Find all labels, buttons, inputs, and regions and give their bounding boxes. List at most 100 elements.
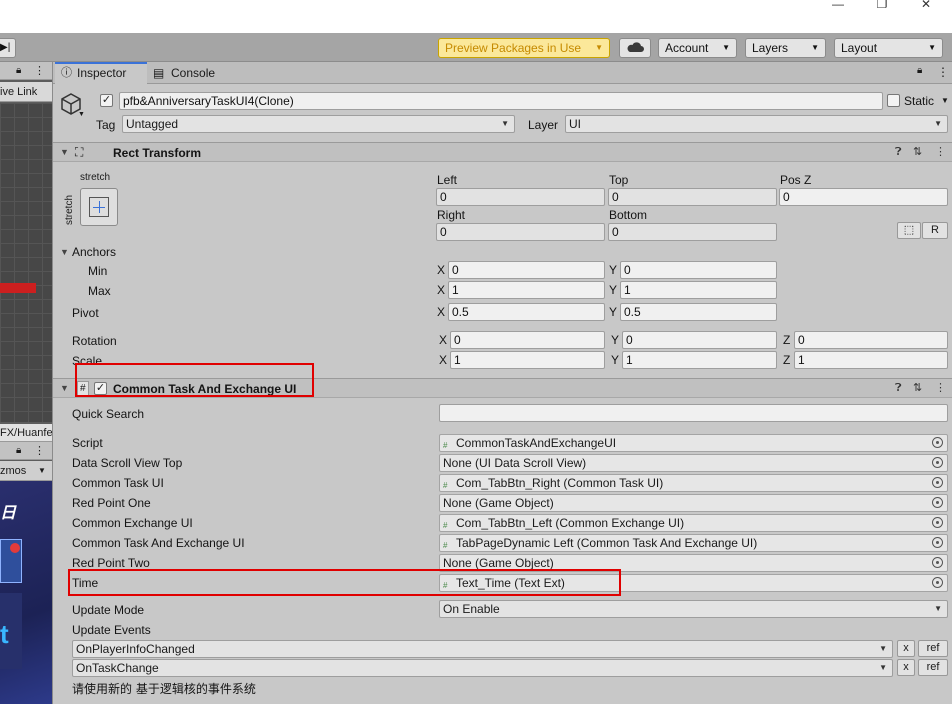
kebab-menu-icon[interactable]: ⋮ xyxy=(935,380,946,396)
object-picker-icon[interactable] xyxy=(932,437,943,448)
object-picker-icon[interactable] xyxy=(932,457,943,468)
event-ref-button[interactable]: ref xyxy=(918,640,948,657)
object-field[interactable]: None (UI Data Scroll View) xyxy=(439,454,948,472)
dropdown-arrow-icon[interactable]: ▼ xyxy=(941,93,949,109)
lock-icon[interactable]: 🔒︎ xyxy=(917,65,922,76)
object-field-value: TabPageDynamic Left (Common Task And Exc… xyxy=(456,536,758,550)
dropdown-arrow-icon: ▼ xyxy=(928,43,936,52)
object-picker-icon[interactable] xyxy=(932,577,943,588)
gizmos-label[interactable]: zmos xyxy=(0,465,26,477)
account-dropdown[interactable]: Account ▼ xyxy=(658,38,737,58)
raw-edit-button[interactable]: R xyxy=(922,222,948,239)
kebab-menu-icon[interactable]: ⋮ xyxy=(937,65,949,79)
settings-sliders-icon[interactable]: ⇅ xyxy=(913,380,922,396)
close-icon[interactable]: ✕ xyxy=(906,0,946,10)
tag-dropdown[interactable]: Untagged ▼ xyxy=(122,115,515,133)
cloud-button[interactable] xyxy=(619,38,651,58)
layers-label: Layers xyxy=(752,41,789,55)
object-field-value: Com_TabBtn_Right (Common Task UI) xyxy=(456,476,664,490)
object-picker-icon[interactable] xyxy=(932,497,943,508)
object-field[interactable]: # CommonTaskAndExchangeUI xyxy=(439,434,948,452)
layout-dropdown[interactable]: Layout ▼ xyxy=(834,38,943,58)
event-value: OnTaskChange xyxy=(76,661,159,675)
posz-field[interactable]: 0 xyxy=(779,188,948,206)
rotation-y-field[interactable]: 0 xyxy=(622,331,777,349)
anchor-preset-button[interactable] xyxy=(80,188,118,226)
remove-event-button[interactable]: x xyxy=(897,659,915,676)
anchor-max-y-field[interactable]: 1 xyxy=(620,281,777,299)
dropdown-arrow-icon[interactable]: ▼ xyxy=(78,111,85,118)
restore-icon[interactable]: ❐ xyxy=(862,0,902,10)
minimize-icon[interactable]: — xyxy=(818,0,858,10)
help-icon[interactable]: ❓︎ xyxy=(895,380,902,396)
y-axis-label: Y xyxy=(609,305,618,319)
preview-packages-label: Preview Packages in Use xyxy=(445,41,582,55)
anchor-min-y-field[interactable]: 0 xyxy=(620,261,777,279)
z-axis-label: Z xyxy=(783,333,791,347)
pivot-y-field[interactable]: 0.5 xyxy=(620,303,777,321)
remove-event-button[interactable]: x xyxy=(897,640,915,657)
anchor-min-x-field[interactable]: 0 xyxy=(448,261,605,279)
object-picker-icon[interactable] xyxy=(932,537,943,548)
object-field[interactable]: # Com_TabBtn_Right (Common Task UI) xyxy=(439,474,948,492)
layer-dropdown[interactable]: UI ▼ xyxy=(565,115,948,133)
rect-transform-header[interactable]: ▼ ⛶ Rect Transform ❓︎ ⇅ ⋮ xyxy=(53,142,952,162)
active-checkbox[interactable]: ✓ xyxy=(100,94,113,107)
object-field-value: Com_TabBtn_Left (Common Exchange UI) xyxy=(456,516,685,530)
scale-y-field[interactable]: 1 xyxy=(622,351,777,369)
settings-sliders-icon[interactable]: ⇅ xyxy=(913,144,922,160)
object-picker-icon[interactable] xyxy=(932,557,943,568)
anchor-max-x-field[interactable]: 1 xyxy=(448,281,605,299)
foldout-arrow-icon[interactable]: ▼ xyxy=(60,144,69,160)
left-field[interactable]: 0 xyxy=(436,188,605,206)
top-field[interactable]: 0 xyxy=(608,188,777,206)
object-name-field[interactable]: pfb&AnniversaryTaskUI4(Clone) xyxy=(119,92,883,110)
event-dropdown[interactable]: OnPlayerInfoChanged ▼ xyxy=(72,640,893,658)
object-picker-icon[interactable] xyxy=(932,517,943,528)
rotation-x-field[interactable]: 0 xyxy=(450,331,605,349)
foldout-arrow-icon[interactable]: ▼ xyxy=(60,244,69,260)
foldout-arrow-icon[interactable]: ▼ xyxy=(60,380,69,396)
x-axis-label: X xyxy=(437,263,446,277)
kebab-menu-icon[interactable]: ⋮ xyxy=(935,144,946,160)
lock-icon[interactable]: 🔒︎ xyxy=(16,62,21,80)
layout-label: Layout xyxy=(841,41,878,55)
help-icon[interactable]: ❓︎ xyxy=(895,144,902,160)
scale-x-field[interactable]: 1 xyxy=(450,351,605,369)
path-label: FX/Huanfe xyxy=(0,427,53,439)
lock-icon[interactable]: 🔒︎ xyxy=(16,442,21,460)
preview-packages-button[interactable]: Preview Packages in Use ▼ xyxy=(438,38,610,58)
kebab-menu-icon[interactable]: ⋮ xyxy=(34,442,45,460)
pivot-x-field[interactable]: 0.5 xyxy=(448,303,605,321)
event-dropdown[interactable]: OnTaskChange ▼ xyxy=(72,659,893,677)
right-field[interactable]: 0 xyxy=(436,223,605,241)
update-mode-dropdown[interactable]: On Enable ▼ xyxy=(439,600,948,618)
tab-console[interactable]: ▤ Console xyxy=(149,62,229,84)
scale-z-field[interactable]: 1 xyxy=(794,351,948,369)
scene-view[interactable] xyxy=(0,103,52,422)
object-field[interactable]: # TabPageDynamic Left (Common Task And Ex… xyxy=(439,534,948,552)
object-field[interactable]: # Com_TabBtn_Left (Common Exchange UI) xyxy=(439,514,948,532)
tab-inspector[interactable]: ⓘ Inspector xyxy=(55,62,147,84)
field-label: Common Task UI xyxy=(72,476,164,490)
z-axis-label: Z xyxy=(783,353,791,367)
blueprint-mode-button[interactable]: ⬚ xyxy=(897,222,921,239)
bottom-field[interactable]: 0 xyxy=(608,223,777,241)
static-label: Static xyxy=(904,94,935,108)
object-field-value: CommonTaskAndExchangeUI xyxy=(456,436,617,450)
rotation-z-field[interactable]: 0 xyxy=(794,331,948,349)
quick-search-input[interactable] xyxy=(439,404,948,422)
game-view[interactable]: 日 t xyxy=(0,481,52,704)
step-button[interactable]: ▶| xyxy=(0,38,16,58)
live-link-label[interactable]: ive Link xyxy=(0,86,37,98)
kebab-menu-icon[interactable]: ⋮ xyxy=(34,62,45,80)
object-field[interactable]: None (Game Object) xyxy=(439,494,948,512)
layers-dropdown[interactable]: Layers ▼ xyxy=(745,38,826,58)
dropdown-arrow-icon[interactable]: ▼ xyxy=(38,461,46,481)
object-picker-icon[interactable] xyxy=(932,477,943,488)
dropdown-arrow-icon: ▼ xyxy=(501,119,509,128)
event-ref-button[interactable]: ref xyxy=(918,659,948,676)
y-axis-label: Y xyxy=(611,333,620,347)
static-checkbox[interactable] xyxy=(887,94,900,107)
posz-label: Pos Z xyxy=(780,173,812,187)
